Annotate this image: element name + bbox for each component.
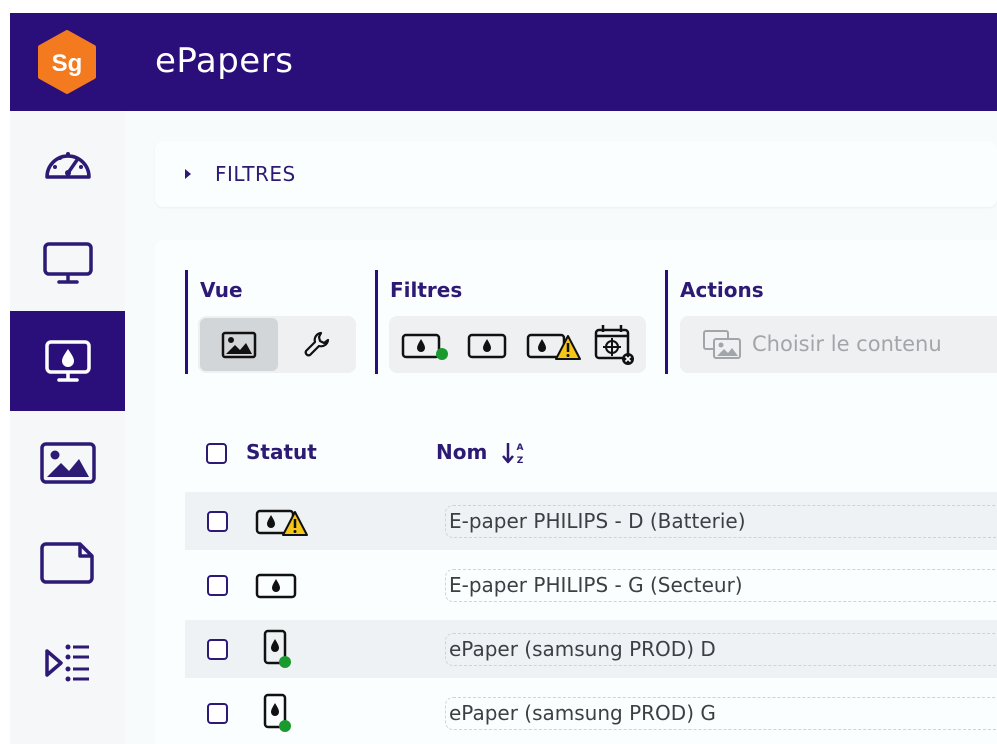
calendar-target-icon <box>594 325 634 365</box>
row-name: E-paper PHILIPS - G (Secteur) <box>445 569 997 602</box>
epaper-landscape-warning-icon <box>255 509 308 536</box>
sidebar-item-dashboard[interactable] <box>10 113 125 213</box>
filtres-group <box>375 270 378 374</box>
vue-group <box>185 270 188 374</box>
row-checkbox[interactable] <box>207 511 228 532</box>
select-all-checkbox[interactable] <box>206 443 227 464</box>
wrench-icon <box>304 331 330 356</box>
row-checkbox[interactable] <box>207 639 228 660</box>
epaper-portrait-online-icon <box>263 693 291 732</box>
row-checkbox[interactable] <box>207 703 228 724</box>
image-icon <box>39 442 96 484</box>
column-header-name[interactable]: Nom <box>436 440 487 464</box>
table-row[interactable]: ePaper (samsung PROD) D <box>185 620 997 678</box>
svg-text:A: A <box>517 443 524 453</box>
filter-online-button[interactable] <box>396 320 454 368</box>
image-view-icon <box>221 331 257 358</box>
table-row[interactable]: E-paper PHILIPS - G (Secteur) <box>185 556 997 614</box>
table-row[interactable]: E-paper PHILIPS - D (Batterie) <box>185 492 997 550</box>
image-view-button[interactable] <box>200 318 278 371</box>
choose-content-label: Choisir le contenu <box>752 332 942 356</box>
svg-text:Z: Z <box>517 456 524 466</box>
app-logo[interactable]: Sg <box>36 30 98 94</box>
page-icon <box>39 542 94 584</box>
epaper-portrait-online-icon <box>263 629 291 668</box>
logo-text: Sg <box>52 50 83 77</box>
filter-calendar-button[interactable] <box>588 318 640 370</box>
filters-label: FILTRES <box>215 162 296 186</box>
vue-label: Vue <box>200 278 243 302</box>
caret-right-icon <box>185 169 191 179</box>
table-row[interactable]: ePaper (samsung PROD) G <box>185 684 997 742</box>
content-images-icon <box>703 330 741 359</box>
sidebar-item-epapers[interactable] <box>10 311 125 411</box>
sidebar <box>10 111 125 744</box>
row-name: E-paper PHILIPS - D (Batterie) <box>445 505 997 538</box>
filtres-label: Filtres <box>390 278 463 302</box>
epaper-online-icon <box>401 333 448 360</box>
actions-group <box>665 270 668 374</box>
monitor-icon <box>42 242 93 284</box>
epaper-landscape-icon <box>255 573 297 599</box>
top-bar: Sg ePapers <box>10 13 997 111</box>
sidebar-item-playlists[interactable] <box>10 613 125 713</box>
row-name: ePaper (samsung PROD) D <box>445 633 997 666</box>
row-checkbox[interactable] <box>207 575 228 596</box>
filters-toggle[interactable]: FILTRES <box>155 141 997 207</box>
filter-warning-button[interactable] <box>522 320 584 368</box>
actions-label: Actions <box>680 278 764 302</box>
sidebar-item-images[interactable] <box>10 413 125 513</box>
sort-alpha-asc-icon[interactable]: A Z <box>502 440 528 466</box>
sidebar-item-pages[interactable] <box>10 513 125 613</box>
choose-content-button[interactable]: Choisir le contenu <box>680 316 997 373</box>
epaper-icon <box>467 333 507 359</box>
page-title: ePapers <box>155 41 294 81</box>
row-name: ePaper (samsung PROD) G <box>445 697 997 730</box>
filter-epaper-button[interactable] <box>458 320 516 368</box>
settings-view-button[interactable] <box>280 318 354 371</box>
dashboard-gauge-icon <box>44 152 91 179</box>
epaper-warning-icon <box>526 333 581 360</box>
epaper-monitor-icon <box>44 340 91 382</box>
column-header-status[interactable]: Statut <box>246 440 317 464</box>
sidebar-item-screens[interactable] <box>10 213 125 313</box>
playlist-icon <box>44 644 89 682</box>
